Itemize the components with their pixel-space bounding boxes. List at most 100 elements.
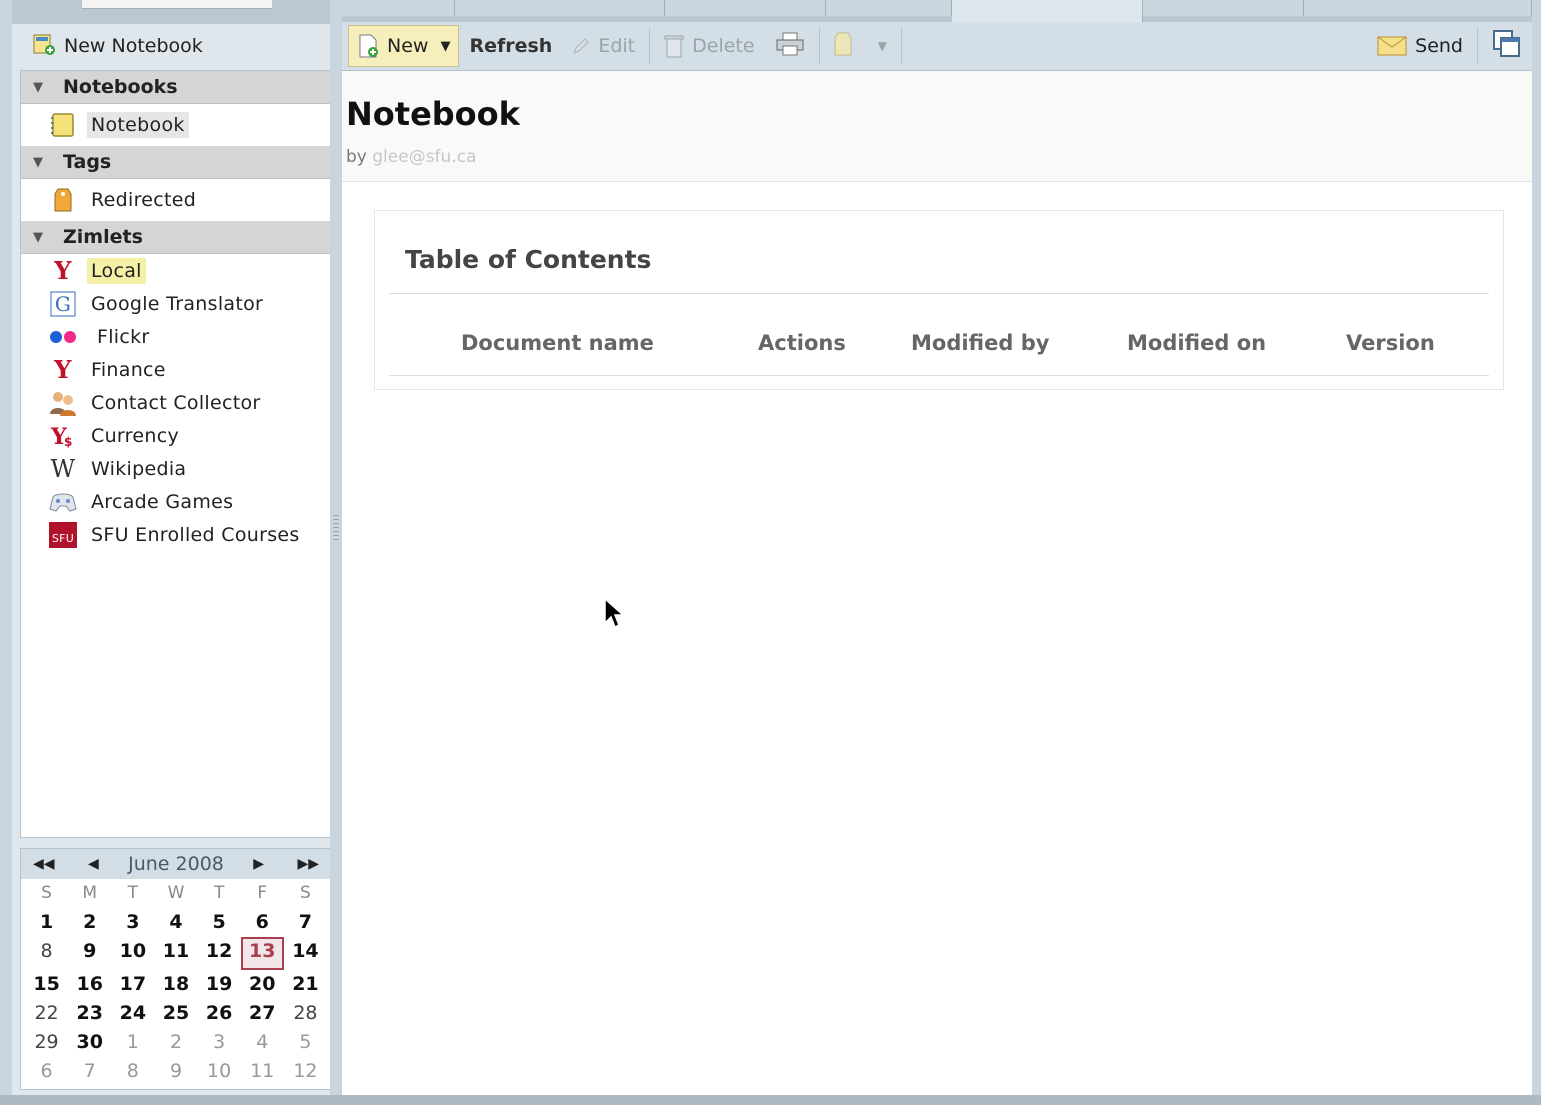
prev-month-icon[interactable]: ◀ [84,856,103,872]
tree-item-label: Flickr [97,325,150,348]
calendar-day[interactable]: 17 [111,970,154,999]
calendar-day[interactable]: 12 [198,937,241,966]
calendar-day[interactable]: 5 [284,1028,327,1057]
calendar-day[interactable]: 7 [68,1057,111,1086]
new-button[interactable]: New ▼ [348,25,460,67]
print-button[interactable] [765,26,815,66]
column-header-document-name[interactable]: Document name [461,331,654,355]
tag-icon [49,187,77,213]
column-header-modified-on[interactable]: Modified on [1127,331,1266,355]
app-tab[interactable] [342,0,455,16]
calendar-day[interactable]: 4 [154,908,197,937]
calendar-day[interactable]: 3 [111,908,154,937]
zimlet-contact-collector[interactable]: Contact Collector [21,386,331,419]
calendar-day[interactable]: 6 [241,908,284,937]
edit-button[interactable]: Edit [562,26,645,66]
calendar-day[interactable]: 11 [241,1057,284,1086]
column-header-modified-by[interactable]: Modified by [911,331,1049,355]
calendar-day[interactable]: 21 [284,970,327,999]
new-notebook-button[interactable]: New Notebook [20,24,338,68]
calendar-day[interactable]: 22 [25,999,68,1028]
calendar-day[interactable]: 16 [68,970,111,999]
collapse-triangle-icon[interactable]: ▼ [33,155,51,170]
next-year-icon[interactable]: ▶▶ [293,856,323,872]
calendar-day[interactable]: 14 [284,937,327,966]
app-tab-stub[interactable] [82,0,272,9]
collapse-triangle-icon[interactable]: ▼ [33,230,51,245]
calendar-day[interactable]: 12 [284,1057,327,1086]
bottom-status-strip [0,1095,1541,1105]
sfu-icon: SFU [49,521,77,548]
calendar-day[interactable]: 10 [198,1057,241,1086]
calendar-day[interactable]: 9 [68,937,111,966]
tree-item-redirected[interactable]: Redirected [21,179,331,221]
zimlet-sfu-enrolled-courses[interactable]: SFU SFU Enrolled Courses [21,518,331,551]
pencil-icon [572,37,590,55]
calendar-day[interactable]: 6 [25,1057,68,1086]
calendar-day[interactable]: 5 [198,908,241,937]
yahoo-finance-icon: Y [54,355,72,384]
calendar-day[interactable]: 1 [111,1028,154,1057]
detach-window-button[interactable] [1482,26,1532,66]
calendar-day[interactable]: 18 [154,970,197,999]
calendar-day[interactable]: 29 [25,1028,68,1057]
calendar-day[interactable]: 8 [111,1057,154,1086]
calendar-month-label[interactable]: June 2008 [128,853,224,875]
refresh-button[interactable]: Refresh [459,26,562,66]
zimlet-flickr[interactable]: Flickr [21,320,331,353]
splitter-grip-icon[interactable] [333,515,339,541]
dropdown-arrow-icon[interactable]: ▼ [440,39,450,54]
yahoo-local-icon: Y [54,256,72,285]
zimlet-wikipedia[interactable]: W Wikipedia [21,452,331,485]
zimlet-local[interactable]: Y Local [21,254,331,287]
calendar-day[interactable]: 15 [25,970,68,999]
calendar-day[interactable]: 1 [25,908,68,937]
calendar-day[interactable]: 2 [68,908,111,937]
calendar-day[interactable]: 7 [284,908,327,937]
notebook-icon [49,112,77,138]
collapse-triangle-icon[interactable]: ▼ [33,80,51,95]
calendar-day[interactable]: 20 [241,970,284,999]
next-month-icon[interactable]: ▶ [249,856,268,872]
section-header-notebooks[interactable]: ▼ Notebooks [21,71,331,104]
app-tab[interactable] [1142,0,1304,16]
section-header-zimlets[interactable]: ▼ Zimlets [21,221,331,254]
calendar-day[interactable]: 25 [154,999,197,1028]
delete-button[interactable]: Delete [654,26,764,66]
tree-item-notebook[interactable]: Notebook [21,104,331,146]
calendar-day[interactable]: 27 [241,999,284,1028]
app-tab[interactable] [1303,0,1532,16]
column-header-version[interactable]: Version [1346,331,1435,355]
column-header-actions[interactable]: Actions [758,331,846,355]
calendar-day[interactable]: 11 [154,937,197,966]
calendar-day[interactable]: 30 [68,1028,111,1057]
section-header-tags[interactable]: ▼ Tags [21,146,331,179]
send-button[interactable]: Send [1367,26,1473,66]
calendar-day[interactable]: 19 [198,970,241,999]
section-title: Zimlets [63,226,143,248]
calendar-day[interactable]: 3 [198,1028,241,1057]
tag-button[interactable]: ▼ [824,26,897,66]
calendar-day[interactable]: 8 [25,937,68,966]
calendar-day[interactable]: 4 [241,1028,284,1057]
calendar-day[interactable]: 9 [154,1057,197,1086]
zimlet-google-translator[interactable]: G Google Translator [21,287,331,320]
app-tab-active[interactable] [952,0,1143,22]
calendar-day[interactable]: 23 [68,999,111,1028]
zimlet-arcade-games[interactable]: Arcade Games [21,485,331,518]
calendar-day[interactable]: 10 [111,937,154,966]
zimlet-finance[interactable]: Y Finance [21,353,331,386]
tag-dropdown-arrow-icon[interactable]: ▼ [878,39,887,53]
app-tab[interactable] [825,0,953,16]
app-tab[interactable] [665,0,826,16]
pane-splitter[interactable] [330,0,342,1095]
app-tab[interactable] [454,0,666,16]
calendar-day[interactable]: 24 [111,999,154,1028]
calendar-day[interactable]: 13 [240,937,284,970]
zimlet-currency[interactable]: Y $ Currency [21,419,331,452]
calendar-day[interactable]: 26 [198,999,241,1028]
table-of-contents: Table of Contents Document name Actions … [374,210,1504,390]
calendar-day[interactable]: 2 [154,1028,197,1057]
prev-year-icon[interactable]: ◀◀ [29,856,59,872]
calendar-day[interactable]: 28 [284,999,327,1028]
